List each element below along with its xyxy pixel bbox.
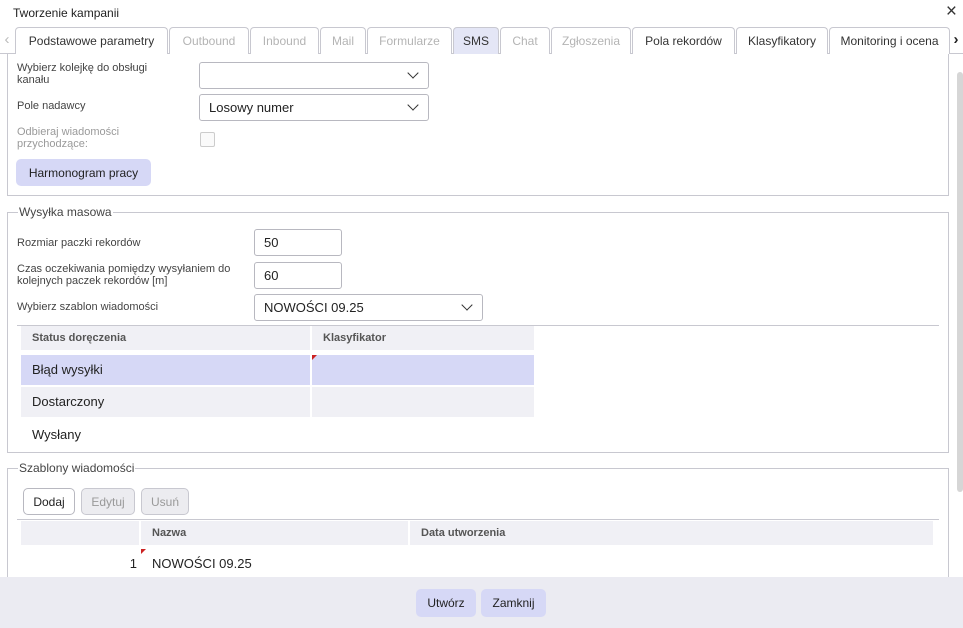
queue-label: Wybierz kolejkę do obsługi kanału [17, 62, 148, 86]
close-button[interactable]: Zamknij [481, 589, 546, 617]
close-icon[interactable]: × [946, 1, 957, 23]
created-column-header[interactable]: Data utworzenia [410, 521, 933, 545]
templates-legend: Szablony wiadomości [18, 461, 136, 475]
wait-time-label: Czas oczekiwania pomiędzy wysyłaniem do … [17, 263, 231, 287]
incoming-checkbox[interactable] [200, 132, 215, 147]
status-row-cell[interactable]: Dostarczony [21, 387, 310, 417]
index-column-header [21, 521, 139, 545]
tab-chat[interactable]: Chat [500, 27, 550, 54]
template-name-cell[interactable]: NOWOŚCI 09.25 [141, 549, 408, 577]
sender-select-value: Losowy numer [209, 100, 294, 115]
classifier-column-header[interactable]: Klasyfikator [312, 326, 534, 350]
dialog-titlebar: Tworzenie kampanii × [0, 0, 963, 26]
tab-inbound[interactable]: Inbound [250, 27, 319, 54]
classifier-row-cell[interactable] [312, 420, 534, 450]
sender-label: Pole nadawcy [17, 100, 86, 112]
channel-settings-panel: Wybierz kolejkę do obsługi kanału Pole n… [7, 54, 949, 196]
tab-podstawowe-parametry[interactable]: Podstawowe parametry [15, 27, 168, 54]
chevron-down-icon [407, 99, 419, 111]
mass-sending-panel: Wysyłka masowa Rozmiar paczki rekordów 5… [7, 205, 949, 453]
queue-select[interactable] [199, 62, 429, 89]
tab-scroll-left-icon[interactable]: ‹ [0, 27, 14, 54]
schedule-button[interactable]: Harmonogram pracy [16, 159, 151, 186]
create-button[interactable]: Utwórz [416, 589, 476, 617]
tab-mail[interactable]: Mail [320, 27, 366, 54]
classifier-row-cell[interactable] [312, 355, 534, 385]
chevron-down-icon [461, 299, 473, 311]
sender-select[interactable]: Losowy numer [199, 94, 429, 121]
batch-size-label: Rozmiar paczki rekordów [17, 237, 141, 249]
dirty-marker [312, 355, 317, 360]
tab-sms[interactable]: SMS [453, 27, 499, 54]
template-select-value: NOWOŚCI 09.25 [264, 300, 364, 315]
edit-template-button[interactable]: Edytuj [81, 488, 135, 515]
tab-outbound[interactable]: Outbound [169, 27, 249, 54]
mass-sending-legend: Wysyłka masowa [18, 205, 113, 219]
batch-size-input[interactable]: 50 [254, 229, 342, 256]
table-top-line [17, 519, 939, 520]
tab-klasyfikatory[interactable]: Klasyfikatory [736, 27, 828, 54]
template-created-cell[interactable] [410, 549, 933, 577]
template-label: Wybierz szablon wiadomości [17, 301, 159, 313]
tab-formularze[interactable]: Formularze [367, 27, 452, 54]
incoming-label: Odbieraj wiadomości przychodzące: [17, 126, 120, 150]
chevron-down-icon [407, 67, 419, 79]
template-name-text: NOWOŚCI 09.25 [152, 556, 252, 571]
row-index: 1 [129, 556, 137, 571]
tab-zgloszenia[interactable]: Zgłoszenia [551, 27, 631, 54]
dialog-content: Wybierz kolejkę do obsługi kanału Pole n… [0, 54, 963, 577]
status-row-cell[interactable]: Wysłany [21, 420, 310, 450]
status-column-header[interactable]: Status doręczenia [21, 326, 310, 350]
classifier-row-cell[interactable] [312, 387, 534, 417]
dirty-marker [141, 549, 146, 554]
wait-time-input[interactable]: 60 [254, 262, 342, 289]
template-select[interactable]: NOWOŚCI 09.25 [254, 294, 483, 321]
name-column-header[interactable]: Nazwa [141, 521, 408, 545]
tab-bar: ‹ Podstawowe parametry Outbound Inbound … [0, 27, 963, 54]
dialog-title: Tworzenie kampanii [13, 6, 120, 20]
tab-scroll-right-icon[interactable]: › [949, 27, 963, 54]
tab-pola-rekordow[interactable]: Pola rekordów [632, 27, 735, 54]
dialog-footer: Utwórz Zamknij [0, 577, 963, 628]
content-scrollbar[interactable] [957, 72, 963, 492]
tab-monitoring-i-ocena[interactable]: Monitoring i ocena [829, 27, 950, 54]
delete-template-button[interactable]: Usuń [141, 488, 189, 515]
add-template-button[interactable]: Dodaj [23, 488, 75, 515]
status-row-cell[interactable]: Błąd wysyłki [21, 355, 310, 385]
templates-panel: Szablony wiadomości Dodaj Edytuj Usuń Na… [7, 461, 949, 577]
